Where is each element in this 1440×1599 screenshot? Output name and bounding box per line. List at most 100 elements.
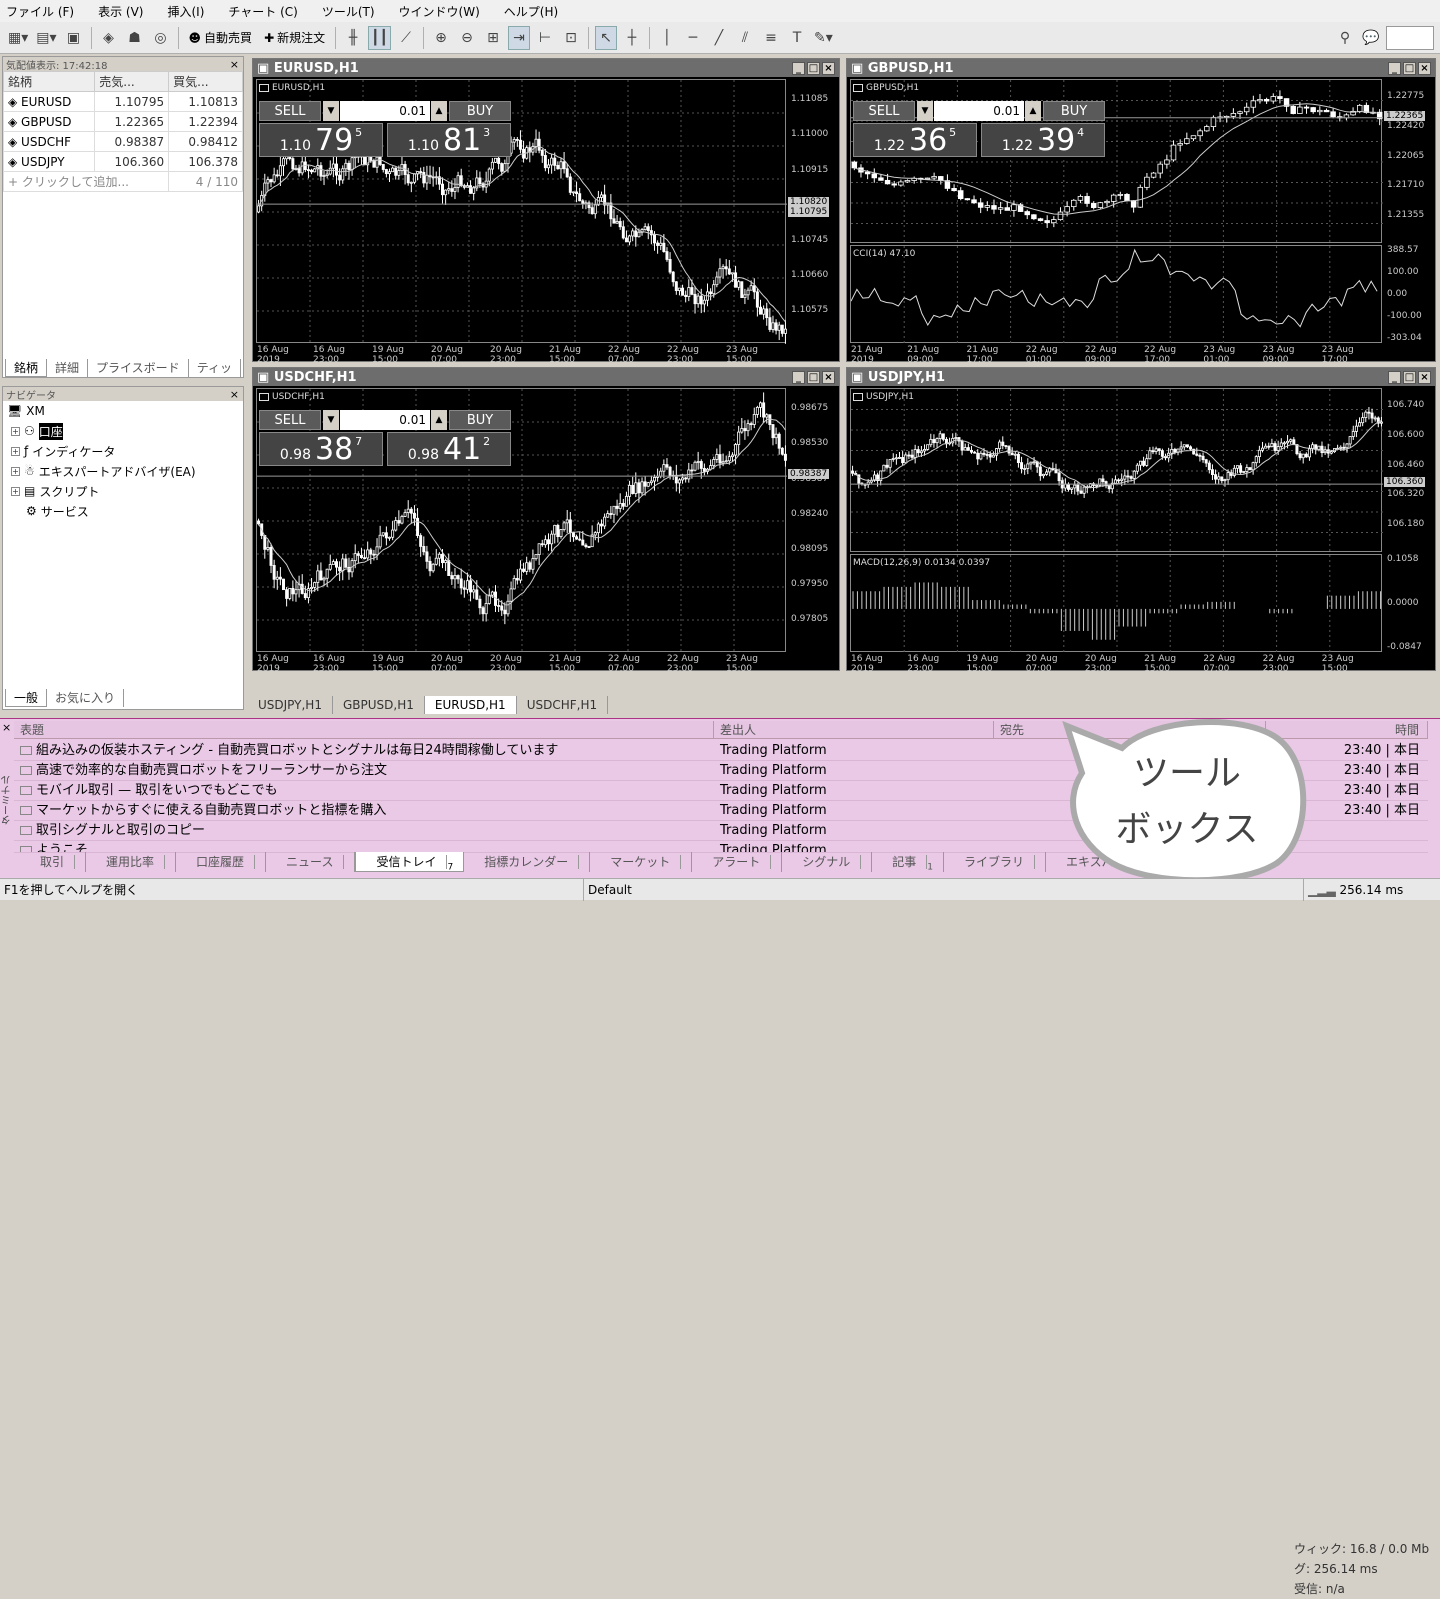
sell-button[interactable]: SELL	[853, 101, 915, 121]
lot-input[interactable]: 0.01	[934, 101, 1024, 121]
zoom-out-icon[interactable]: ⊖	[456, 26, 478, 50]
market-watch-row[interactable]: ◈ GBPUSD 1.22365 1.22394	[2, 111, 243, 132]
maximize-icon[interactable]: □	[1403, 61, 1416, 75]
market-watch-row[interactable]: ◈ USDJPY 106.360 106.378	[2, 151, 243, 172]
tile-windows-icon[interactable]: ⊞	[482, 26, 504, 50]
menu-item-5[interactable]: ウインドウ(W)	[399, 3, 480, 20]
chart-window-usdchf[interactable]: ▣ USDCHF,H1_□×0.986750.985300.983870.982…	[252, 367, 840, 674]
navigator-item-4[interactable]: ⚙ サービス	[3, 501, 243, 521]
chart-window-eurusd[interactable]: ▣ EURUSD,H1_□×1.110851.110001.109151.108…	[252, 58, 840, 365]
toolbox-tab-9[interactable]: 記事 1	[872, 852, 945, 872]
ask-price-button[interactable]: 1.10 81 3	[387, 123, 511, 157]
data-window-icon[interactable]: ☗	[124, 26, 146, 50]
mw-tab-2[interactable]: プライスボード	[88, 359, 189, 377]
toolbox-tab-7[interactable]: アラート	[692, 852, 783, 872]
bar-chart-icon[interactable]: ╫	[342, 26, 364, 50]
toolbox-tab-6[interactable]: マーケット	[590, 852, 693, 872]
toolbox-tab-10[interactable]: ライブラリ	[944, 852, 1047, 872]
lot-down-icon[interactable]: ▼	[917, 101, 933, 121]
market-watch-icon[interactable]: ◈	[98, 26, 120, 50]
new-order-button[interactable]: ✚ 新規注文	[260, 26, 329, 50]
minimize-icon[interactable]: _	[792, 61, 805, 75]
toolbox-tab-0[interactable]: 取引	[20, 852, 87, 872]
close-icon[interactable]: ×	[230, 58, 243, 71]
toolbox-tab-1[interactable]: 運用比率	[86, 852, 177, 872]
profiles-icon[interactable]: ▤▾	[34, 26, 58, 50]
chart-tab-1[interactable]: GBPUSD,H1	[333, 696, 425, 714]
candlestick-icon[interactable]: ┃┃	[368, 25, 391, 50]
mw-tab-1[interactable]: 詳細	[47, 359, 89, 377]
navigator-item-3[interactable]: + ▤ スクリプト	[3, 481, 243, 501]
close-icon[interactable]: ×	[822, 61, 835, 75]
sell-button[interactable]: SELL	[259, 101, 321, 121]
buy-button[interactable]: BUY	[1043, 101, 1105, 121]
lot-up-icon[interactable]: ▲	[1025, 101, 1041, 121]
arrows-icon[interactable]: ✎▾	[812, 26, 835, 50]
expand-icon[interactable]: +	[11, 466, 20, 476]
mw-tab-0[interactable]: 銘柄	[5, 359, 48, 377]
zoom-in-icon[interactable]: ⊕	[430, 26, 452, 50]
chart-tab-2[interactable]: EURUSD,H1	[424, 696, 517, 714]
mw-header-0[interactable]: 銘柄	[2, 71, 96, 92]
close-icon[interactable]: ×	[822, 370, 835, 384]
add-symbol-row[interactable]: + クリックして追加... 4 / 110	[2, 171, 243, 192]
navigator-item-1[interactable]: + ƒ インディケータ	[3, 441, 243, 461]
menu-item-4[interactable]: ツール(T)	[322, 3, 375, 20]
search-input[interactable]	[1386, 25, 1434, 50]
close-icon[interactable]: ×	[1418, 61, 1431, 75]
lot-down-icon[interactable]: ▼	[323, 410, 339, 430]
menu-item-0[interactable]: ファイル (F)	[6, 3, 74, 20]
close-icon[interactable]: ×	[230, 388, 243, 401]
toolbox-tab-8[interactable]: シグナル	[782, 852, 873, 872]
maximize-icon[interactable]: □	[807, 370, 820, 384]
indicator-chart[interactable]	[850, 246, 1383, 344]
chart-tab-3[interactable]: USDCHF,H1	[517, 696, 609, 714]
market-watch-row[interactable]: ◈ USDCHF 0.98387 0.98412	[2, 131, 243, 152]
minimize-icon[interactable]: _	[1388, 370, 1401, 384]
toolbox-tab-4[interactable]: 受信トレイ 7	[355, 852, 465, 872]
chat-icon[interactable]: 💬	[1360, 26, 1382, 50]
bid-price-button[interactable]: 0.98 38 7	[259, 432, 383, 466]
minimize-icon[interactable]: _	[1388, 61, 1401, 75]
expand-icon[interactable]: +	[11, 446, 20, 456]
minimize-icon[interactable]: _	[792, 370, 805, 384]
crosshair-icon[interactable]: ┼	[621, 26, 643, 50]
toolbox-tab-3[interactable]: ニュース	[266, 852, 356, 872]
trendline-icon[interactable]: ╱	[708, 26, 730, 50]
indicator-chart[interactable]	[851, 555, 1383, 653]
lot-down-icon[interactable]: ▼	[323, 101, 339, 121]
line-chart-icon[interactable]: ⟋	[395, 26, 417, 50]
chart-window-usdjpy[interactable]: ▣ USDJPY,H1 _ □ × 106.740 106.600 106.460 106.3…	[846, 367, 1436, 674]
menu-item-3[interactable]: チャート (C)	[228, 3, 297, 20]
vertical-line-icon[interactable]: │	[656, 26, 678, 50]
expand-icon[interactable]: +	[11, 486, 20, 496]
lot-input[interactable]: 0.01	[340, 410, 430, 430]
menu-item-1[interactable]: 表示 (V)	[98, 3, 143, 20]
ask-price-button[interactable]: 0.98 41 2	[387, 432, 511, 466]
ask-price-button[interactable]: 1.22 39 4	[981, 123, 1105, 157]
candlestick-chart[interactable]	[851, 389, 1383, 553]
nav-tab-1[interactable]: お気に入り	[47, 689, 125, 707]
mw-header-2[interactable]: 買気...	[168, 71, 243, 92]
lot-up-icon[interactable]: ▲	[431, 410, 447, 430]
chart-shift-icon[interactable]: ⊢	[534, 26, 556, 50]
nav-tab-0[interactable]: 一般	[5, 689, 48, 707]
auto-scroll-icon[interactable]: ⇥	[508, 25, 530, 50]
text-icon[interactable]: T	[786, 26, 808, 50]
navigator-root[interactable]: 🖥 XM	[3, 401, 243, 421]
fibonacci-icon[interactable]: ≡	[760, 26, 782, 50]
toolbox-tab-5[interactable]: 指標カレンダー	[464, 852, 591, 872]
horizontal-line-icon[interactable]: ─	[682, 26, 704, 50]
lot-input[interactable]: 0.01	[340, 101, 430, 121]
search-icon[interactable]: ⚲	[1334, 26, 1356, 50]
toolbox-header-0[interactable]: 表題	[14, 721, 714, 738]
menu-item-2[interactable]: 挿入(I)	[167, 3, 204, 20]
chart-tab-0[interactable]: USDJPY,H1	[248, 696, 333, 714]
maximize-icon[interactable]: □	[807, 61, 820, 75]
auto-trade-button[interactable]: ☻ 自動売買	[185, 26, 257, 50]
toolbox-header-1[interactable]: 差出人	[714, 721, 994, 738]
bid-price-button[interactable]: 1.22 36 5	[853, 123, 977, 157]
bid-price-button[interactable]: 1.10 79 5	[259, 123, 383, 157]
navigator-item-0[interactable]: + ⚇ 口座	[3, 421, 243, 441]
signals-icon[interactable]: ◎	[150, 26, 172, 50]
